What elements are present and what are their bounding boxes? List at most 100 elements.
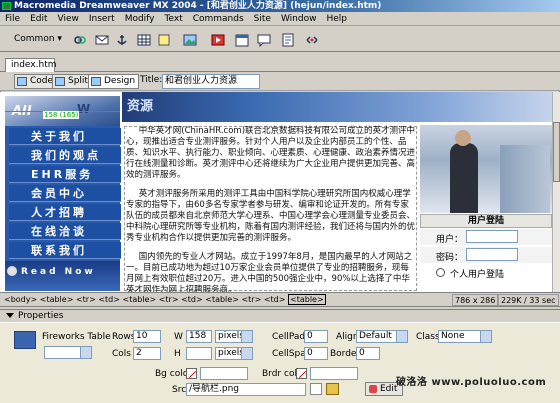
selected-tag[interactable]: <table> (288, 294, 326, 305)
photo-cityscape (500, 145, 550, 213)
window-title-bar: Macromedia Dreamweaver MX 2004 - [和君创业人力… (0, 0, 560, 12)
class-label: Class (416, 332, 440, 342)
menu-text[interactable]: Text (160, 12, 188, 26)
menu-site[interactable]: Site (249, 12, 276, 26)
insert-bar: Common ▾ (0, 27, 560, 52)
read-now-label: Read Now (21, 267, 96, 277)
businessman-photo (420, 125, 552, 213)
doc-title-input[interactable]: 和君创业人力资源 (162, 74, 260, 89)
page-banner: 资源 (122, 92, 552, 122)
content-text: 中华英才网(ChinaHR.com)联合北京数据科技有限公司成立的英才测评中心，… (122, 124, 418, 292)
cols-label: Cols (112, 349, 131, 359)
doc-title-label: Title: (140, 75, 163, 85)
cellpad-label: CellPad (272, 332, 306, 342)
design-view-button[interactable]: Design (88, 74, 140, 89)
login-password-input[interactable] (466, 248, 518, 261)
cellpad-input[interactable]: 0 (304, 330, 328, 343)
menu-edit[interactable]: Edit (25, 12, 52, 26)
menu-file[interactable]: File (0, 12, 25, 26)
src-label: Src (172, 385, 187, 395)
fireworks-table-icon (14, 331, 36, 349)
play-icon (7, 266, 17, 276)
element-id-dropdown[interactable] (44, 346, 92, 359)
menu-insert[interactable]: Insert (84, 12, 120, 26)
date-icon[interactable] (234, 32, 249, 47)
personal-login-radio[interactable] (436, 268, 445, 277)
tag-chooser-icon[interactable] (304, 32, 318, 46)
paragraph: 国内领先的专业人才网站。成立于1997年8月，是国内最早的人才网站之一。目前已成… (126, 252, 413, 292)
nav-item-viewpoint[interactable]: 我们的观点 (9, 147, 121, 164)
border-input[interactable]: 0 (356, 347, 380, 360)
menu-modify[interactable]: Modify (120, 12, 160, 26)
bgcolor-input[interactable] (200, 367, 248, 380)
cols-input[interactable]: 2 (133, 347, 161, 360)
code-view-button[interactable]: Code (14, 74, 58, 89)
email-link-icon[interactable] (94, 32, 109, 46)
media-icon[interactable] (210, 32, 225, 46)
nav-menu: 关于我们 我们的观点 EHR服务 会员中心 人才招聘 在线洽谈 联系我们 (5, 126, 121, 261)
rows-label: Rows (112, 332, 136, 342)
rows-input[interactable]: 10 (133, 330, 161, 343)
design-view-label: Design (104, 76, 136, 86)
scrollbar-thumb[interactable] (553, 122, 560, 182)
bgcolor-swatch[interactable] (186, 368, 197, 379)
read-now-bar[interactable]: Read Now (5, 261, 120, 291)
src-input[interactable]: /导航栏.png (186, 383, 306, 396)
split-view-label: Split (68, 76, 88, 86)
vertical-scrollbar[interactable] (552, 92, 560, 292)
menu-bar: File Edit View Insert Modify Text Commands Site… (0, 12, 560, 26)
class-dropdown[interactable]: None (438, 330, 492, 343)
tag-selector[interactable]: <body> <table> <tr> <td> <table> <tr> <t… (4, 293, 326, 307)
width-input[interactable]: 158 (186, 330, 212, 343)
split-view-button[interactable]: Split (52, 74, 92, 89)
comment-icon[interactable] (256, 32, 271, 48)
paragraph: 英才测评服务所采用的测评工具由中国科学院心理研究所国内权威心理学专家的指导下，由… (126, 189, 416, 243)
nav-item-recruit[interactable]: 人才招聘 (9, 204, 121, 221)
element-type-label: Fireworks Table (42, 332, 111, 342)
nav-item-about[interactable]: 关于我们 (9, 128, 121, 145)
brdrcolor-swatch[interactable] (296, 368, 307, 379)
menu-view[interactable]: View (53, 12, 84, 26)
login-header: 用户登陆 (420, 214, 552, 228)
browse-folder-icon[interactable] (326, 383, 339, 395)
layer-icon[interactable] (156, 32, 170, 46)
photo-person (450, 143, 478, 213)
align-dropdown[interactable]: Default (356, 330, 408, 343)
login-password-row: 密码： (420, 247, 552, 263)
image-icon[interactable] (182, 32, 197, 46)
login-password-label: 密码： (436, 253, 464, 263)
width-unit-dropdown[interactable]: pixels (215, 330, 253, 343)
nav-item-contact[interactable]: 联系我们 (9, 242, 121, 259)
named-anchor-icon[interactable] (114, 32, 128, 46)
code-view-icon (17, 77, 27, 86)
split-view-icon (55, 77, 65, 86)
hyperlink-icon[interactable] (72, 32, 86, 46)
window-size-readout[interactable]: 786 x 286 (452, 294, 499, 306)
nav-item-ehr[interactable]: EHR服务 (9, 166, 121, 183)
brdrcolor-input[interactable] (310, 367, 358, 380)
height-unit-dropdown[interactable]: pixels (215, 347, 253, 360)
photo-head (455, 130, 471, 146)
login-user-label: 用户： (436, 235, 464, 245)
menu-help[interactable]: Help (321, 12, 352, 26)
table-icon[interactable] (136, 32, 151, 46)
nav-item-chat[interactable]: 在线洽谈 (9, 223, 121, 240)
menu-window[interactable]: Window (276, 12, 322, 26)
site-watermark: 破洛洛 www.poluoluo.com (396, 377, 547, 388)
properties-panel-header[interactable]: Properties (0, 309, 560, 322)
personal-login-label: 个人用户登陆 (450, 270, 505, 280)
login-user-input[interactable] (466, 230, 518, 243)
menu-commands[interactable]: Commands (188, 12, 249, 26)
height-input[interactable] (186, 347, 212, 360)
point-to-file-icon[interactable] (310, 383, 322, 395)
window-title: Macromedia Dreamweaver MX 2004 - [和君创业人力… (14, 1, 382, 11)
tag-path[interactable]: <body> <table> <tr> <td> <table> <tr> <t… (4, 295, 285, 304)
table-width-indicator: 158 (165) (5, 111, 120, 121)
nav-item-members[interactable]: 会员中心 (9, 185, 121, 202)
insert-category-dropdown[interactable]: Common ▾ (8, 32, 68, 47)
document-tab[interactable]: index.htm (5, 58, 56, 72)
chevron-down-icon: ▾ (57, 34, 62, 44)
banner-text: 资源 (127, 99, 154, 114)
cellspace-input[interactable]: 0 (304, 347, 328, 360)
templates-icon[interactable] (280, 32, 294, 47)
